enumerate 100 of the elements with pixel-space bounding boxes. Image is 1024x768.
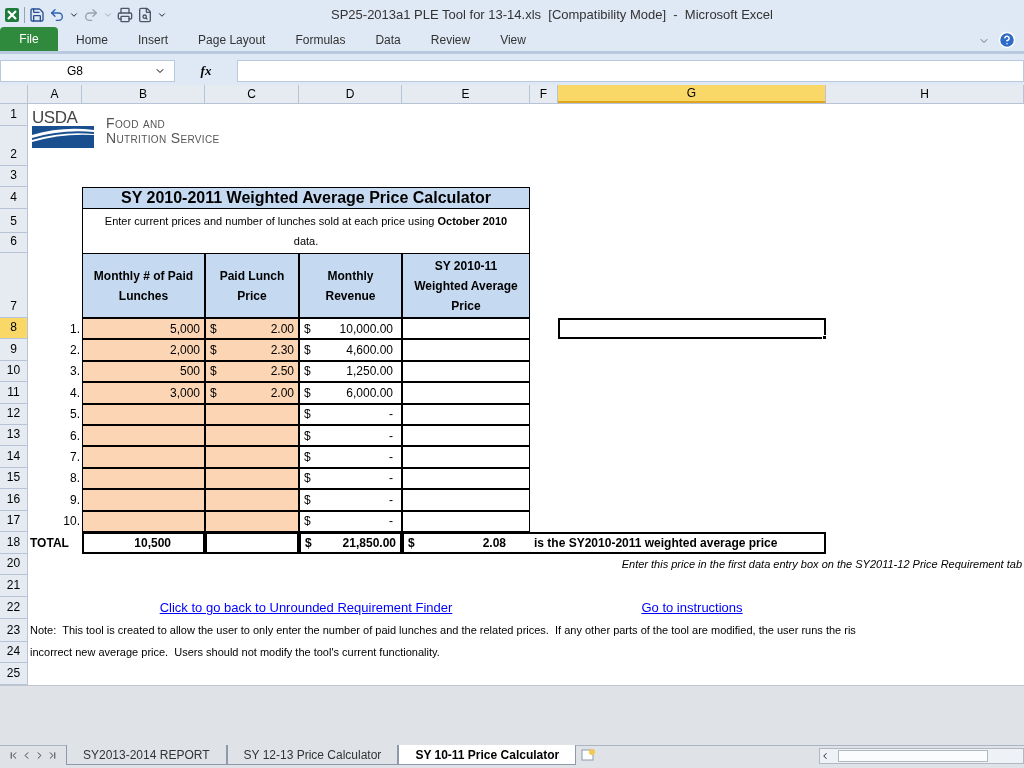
formula-input[interactable] (237, 60, 1024, 82)
column-header[interactable]: B (82, 85, 205, 103)
row-header[interactable]: 11 (0, 382, 28, 404)
row-label: 6. (69, 427, 81, 445)
price-cell[interactable]: $ 2.00 (205, 318, 299, 340)
lunches-cell[interactable] (82, 403, 205, 425)
horizontal-scrollbar[interactable] (819, 748, 1024, 764)
row-header[interactable]: 1 (0, 104, 28, 126)
row-label: 8. (69, 470, 81, 488)
column-header[interactable]: C (205, 85, 299, 103)
revenue-cell: $ - (299, 489, 402, 511)
row-header[interactable]: 8 (0, 318, 28, 340)
ribbon-tab[interactable]: Review (418, 29, 483, 51)
average-statement: is the SY2010-2011 weighted average price (530, 531, 826, 554)
lunches-cell[interactable] (82, 489, 205, 511)
calculator-title: SY 2010-2011 Weighted Average Price Calculator (82, 187, 530, 209)
price-cell[interactable] (205, 403, 299, 425)
total-label: TOTAL (29, 534, 70, 552)
row-label: 5. (69, 406, 81, 424)
price-cell[interactable]: $ 2.50 (205, 360, 299, 383)
row-header[interactable]: 24 (0, 641, 28, 663)
row-header[interactable]: 6 (0, 233, 28, 253)
fx-button[interactable]: fx (179, 61, 233, 81)
row-header[interactable]: 20 (0, 553, 28, 575)
column-header[interactable]: E (402, 85, 530, 103)
logo-swoosh-icon (32, 126, 94, 148)
usda-logo: USDA (32, 110, 94, 148)
row-header[interactable]: 4 (0, 187, 28, 209)
row-header[interactable]: 5 (0, 209, 28, 233)
total-lunches: 10,500 (82, 531, 205, 554)
ribbon-tab[interactable]: File (0, 27, 58, 51)
row-header[interactable]: 9 (0, 339, 28, 361)
row-header[interactable]: 7 (0, 253, 28, 318)
window-title: SP25-2013a1 PLE Tool for 13-14.xls [Compatibility Mode] - Microsoft Excel (331, 6, 773, 25)
first-sheet-icon[interactable] (8, 749, 19, 761)
row-label: 9. (69, 491, 81, 509)
selected-cell[interactable] (558, 318, 826, 340)
caret-icon[interactable] (69, 10, 79, 20)
lunches-cell[interactable]: 3,000 (82, 382, 205, 404)
back-link[interactable]: Click to go back to Unrounded Requirement Finder (159, 598, 453, 618)
excel-logo-icon[interactable] (4, 7, 20, 23)
column-header[interactable]: H (826, 85, 1024, 103)
column-header[interactable]: A (28, 85, 82, 103)
lunches-cell[interactable]: 5,000 (82, 318, 205, 340)
save-icon[interactable] (29, 7, 45, 23)
column-header[interactable]: D (299, 85, 402, 103)
revenue-cell: $ 6,000.00 (299, 382, 402, 404)
note-text: incorrect new average price. Users should not modify the tool's current functionality. (29, 645, 440, 661)
name-box[interactable]: G8 (0, 60, 175, 82)
last-sheet-icon[interactable] (47, 749, 58, 761)
ribbon-tab[interactable]: Formulas (283, 29, 358, 51)
column-heading: SY 2010-11 Weighted Average Price (402, 253, 530, 318)
column-heading: Monthly # of Paid Lunches (82, 253, 205, 318)
row-header[interactable]: 17 (0, 510, 28, 532)
scroll-left-icon[interactable] (820, 751, 830, 761)
ribbon-tab[interactable]: View (488, 29, 538, 51)
ribbon-tab[interactable]: Insert (126, 29, 181, 51)
price-cell[interactable] (205, 510, 299, 532)
price-cell[interactable]: $ 2.30 (205, 339, 299, 361)
price-cell[interactable]: $ 2.00 (205, 382, 299, 404)
row-header[interactable]: 22 (0, 596, 28, 619)
lunches-cell[interactable] (82, 467, 205, 490)
price-cell[interactable] (205, 489, 299, 511)
price-cell[interactable] (205, 424, 299, 447)
help-icon[interactable] (998, 31, 1016, 49)
column-header[interactable]: G (558, 85, 826, 103)
ribbon-tab[interactable]: Home (64, 29, 120, 51)
price-cell[interactable] (205, 467, 299, 490)
ribbon-tab[interactable]: Page Layout (186, 29, 278, 51)
row-header[interactable]: 23 (0, 618, 28, 642)
printer-icon[interactable] (117, 7, 133, 23)
row-header[interactable]: 13 (0, 424, 28, 447)
sheet-tab[interactable]: SY 12-13 Price Calculator (226, 745, 399, 765)
row-header[interactable]: 15 (0, 467, 28, 490)
sheet-tab[interactable]: SY 10-11 Price Calculator (398, 745, 577, 765)
price-cell[interactable] (205, 446, 299, 468)
agency-name: Nutrition Service (106, 131, 220, 146)
lunches-cell[interactable] (82, 424, 205, 447)
row-header[interactable]: 16 (0, 489, 28, 511)
row-header[interactable]: 21 (0, 574, 28, 597)
lunches-cell[interactable] (82, 510, 205, 532)
row-header[interactable]: 2 (0, 126, 28, 166)
row-header[interactable]: 18 (0, 531, 28, 554)
row-header[interactable]: 10 (0, 360, 28, 383)
row-label: 4. (69, 384, 81, 402)
print-preview-icon[interactable] (137, 7, 153, 23)
row-header[interactable]: 12 (0, 403, 28, 425)
note-text: Note: This tool is created to allow the user to only enter the number of paid lunches and the related prices. If any other parts of the tool are modified, the user runs the ris (29, 623, 856, 639)
instructions-link[interactable]: Go to instructions (641, 598, 743, 618)
lunches-cell[interactable]: 2,000 (82, 339, 205, 361)
undo-icon[interactable] (49, 7, 65, 23)
row-header[interactable]: 25 (0, 662, 28, 685)
row-header[interactable]: 3 (0, 166, 28, 187)
customize-toolbar-icon[interactable] (157, 10, 167, 20)
lunches-cell[interactable]: 500 (82, 360, 205, 383)
ribbon-tab[interactable]: Data (363, 29, 413, 51)
instruction-text: Enter current prices and number of lunches sold at each price using October 2010 data. (103, 214, 509, 249)
sheet-tab[interactable]: SY2013-2014 REPORT (66, 745, 227, 765)
lunches-cell[interactable] (82, 446, 205, 468)
row-header[interactable]: 14 (0, 446, 28, 468)
